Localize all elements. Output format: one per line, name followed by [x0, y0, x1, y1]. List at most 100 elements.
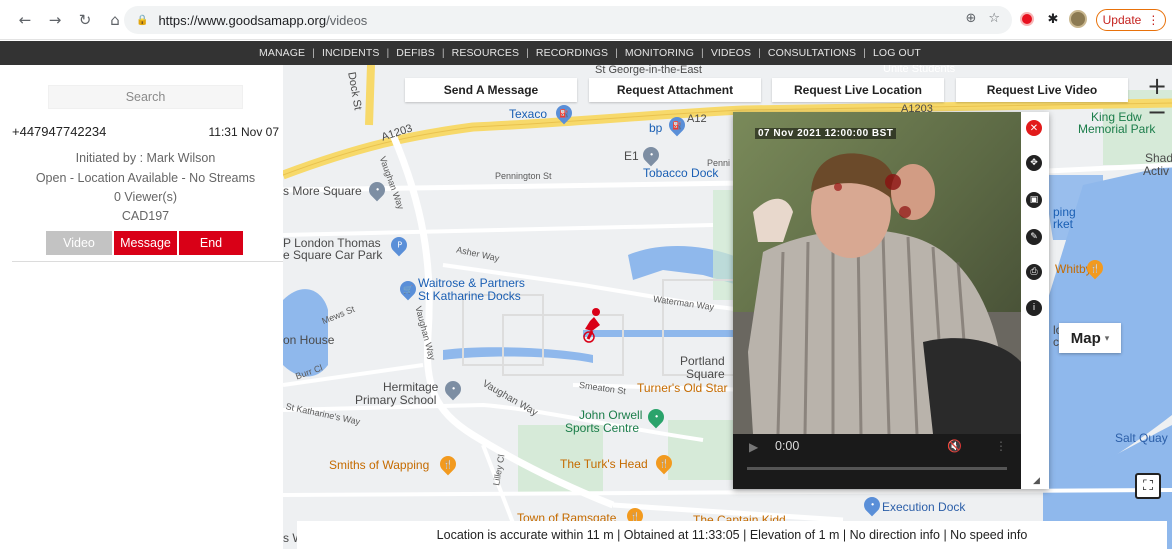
nav-item-manage[interactable]: MANAGE [259, 47, 305, 59]
expand-icon[interactable]: ✥ [1026, 155, 1042, 171]
nav-item-log-out[interactable]: LOG OUT [873, 47, 921, 59]
nav-separator: | [312, 47, 315, 59]
map-label: Unite Students [883, 65, 956, 75]
map-label: e Square Car Park [283, 248, 383, 262]
map-label: Square [686, 367, 725, 381]
url-host: https://www.goodsamapp.org [158, 12, 327, 28]
divider [12, 261, 283, 262]
profile-avatar[interactable] [1068, 9, 1088, 29]
map-label: Shad [1145, 151, 1172, 165]
map-label: St George-in-the-East [595, 65, 702, 76]
address-bar[interactable]: 🔒 https://www.goodsamapp.org/videos ⊕ ☆ [124, 6, 1012, 34]
zoom-out-button[interactable]: − [1146, 98, 1168, 126]
map-label: E1 [624, 149, 639, 163]
resize-handle-icon[interactable]: ◢ [1033, 476, 1040, 486]
more-icon: ⋮ [1147, 13, 1160, 27]
incident-phone[interactable]: +447947742234 [12, 124, 106, 139]
zoom-icon[interactable]: ⊕ [965, 11, 976, 26]
send-message-button[interactable]: Send A Message [405, 78, 577, 102]
nav-item-monitoring[interactable]: MONITORING [625, 47, 694, 59]
map-label: rket [1053, 217, 1074, 231]
incident-sidebar: Search +447947742234 11:31 Nov 07 Initia… [0, 65, 283, 549]
browser-toolbar: ← → ↻ ⌂ 🔒 https://www.goodsamapp.org/vid… [0, 0, 1172, 40]
update-label: Update [1102, 13, 1142, 27]
reload-icon[interactable]: ↻ [74, 9, 96, 31]
map-label: Sports Centre [565, 421, 640, 435]
request-live-video-button[interactable]: Request Live Video [956, 78, 1128, 102]
street-view-icon[interactable]: ⛶ [1135, 473, 1161, 499]
nav-item-incidents[interactable]: INCIDENTS [322, 47, 380, 59]
map-label: Portland [680, 354, 725, 368]
map-type-label: Map [1070, 329, 1101, 347]
video-controls: ▶ 0:00 🔇 ⋮ [733, 434, 1021, 489]
map-label: John Orwell [579, 408, 643, 422]
request-live-location-button[interactable]: Request Live Location [772, 78, 944, 102]
nav-item-defibs[interactable]: DEFIBS [396, 47, 435, 59]
snapshot-icon[interactable]: ▣ [1026, 192, 1042, 208]
map-label: Primary School [355, 393, 437, 407]
map-label: Pennington St [495, 171, 552, 181]
map-label: Execution Dock [882, 500, 966, 514]
location-status-bar: Location is accurate within 11 m | Obtai… [297, 521, 1167, 549]
nav-item-resources[interactable]: RESOURCES [452, 47, 519, 59]
incident-time: 11:31 Nov 07 [208, 125, 280, 139]
mute-icon[interactable]: 🔇 [947, 439, 962, 453]
map-label: The Turk's Head [560, 457, 648, 471]
nav-item-recordings[interactable]: RECORDINGS [536, 47, 608, 59]
map-label: Tobacco Dock [643, 166, 719, 180]
incident-marker-icon[interactable] [580, 307, 606, 343]
map-view[interactable]: Dock St St George-in-the-East Unite Stud… [283, 65, 1172, 549]
video-frame [733, 112, 1021, 434]
nav-separator: | [863, 47, 866, 59]
nav-separator: | [526, 47, 529, 59]
record-extension-icon[interactable] [1017, 9, 1037, 29]
request-attachment-button[interactable]: Request Attachment [589, 78, 761, 102]
map-label: bp [649, 121, 663, 135]
map-type-selector[interactable]: Map ▾ [1059, 323, 1121, 353]
print-icon[interactable]: ⎙ [1026, 264, 1042, 280]
video-button[interactable]: Video [46, 231, 112, 255]
map-label: Hermitage [383, 380, 439, 394]
draw-icon[interactable]: ✎ [1026, 229, 1042, 245]
incident-status: Open - Location Available - No Streams [35, 171, 256, 185]
close-icon[interactable]: ✕ [1026, 120, 1042, 136]
map-label: Salt Quay [1115, 431, 1168, 445]
search-input[interactable]: Search [48, 85, 243, 109]
map-label: Activ [1143, 164, 1170, 178]
incident-viewers: 0 Viewer(s) [114, 190, 177, 204]
nav-separator: | [441, 47, 445, 59]
message-button[interactable]: Message [114, 231, 177, 255]
end-button[interactable]: End [179, 231, 243, 255]
nav-separator: | [386, 47, 390, 59]
update-button[interactable]: Update ⋮ [1096, 9, 1166, 31]
incident-initiator: Initiated by : Mark Wilson [75, 151, 216, 165]
lock-icon: 🔒 [136, 14, 149, 26]
zoom-in-button[interactable]: + [1146, 72, 1168, 100]
play-icon[interactable]: ▶ [749, 440, 758, 454]
nav-separator: | [700, 47, 704, 59]
map-label: Memorial Park [1078, 122, 1156, 136]
nav-separator: | [758, 47, 761, 59]
map-label: s More Square [283, 184, 362, 198]
nav-item-videos[interactable]: VIDEOS [711, 47, 751, 59]
home-icon[interactable]: ⌂ [104, 9, 126, 31]
more-icon[interactable]: ⋮ [995, 439, 1007, 453]
back-arrow-icon[interactable]: ← [14, 9, 36, 31]
video-player[interactable]: 07 Nov 2021 12:00:00 BST ▶ 0:00 🔇 ⋮ [733, 112, 1021, 489]
map-label: on House [283, 333, 335, 347]
star-icon[interactable]: ☆ [988, 11, 1000, 26]
video-popup: 07 Nov 2021 12:00:00 BST ▶ 0:00 🔇 ⋮ ✕ ✥ … [733, 112, 1049, 489]
video-progress-bar[interactable] [747, 467, 1007, 470]
info-icon[interactable]: i [1026, 300, 1042, 316]
extension-puzzle-icon[interactable]: ✱ [1043, 9, 1063, 29]
map-label: A12 [687, 113, 707, 125]
map-label: Waitrose & Partners [418, 276, 525, 290]
map-label: Turner's Old Star [637, 381, 728, 395]
video-timestamp: 07 Nov 2021 12:00:00 BST [755, 128, 897, 139]
nav-separator: | [615, 47, 618, 59]
caret-down-icon: ▾ [1104, 332, 1110, 343]
map-label: Smiths of Wapping [329, 458, 430, 472]
nav-item-consultations[interactable]: CONSULTATIONS [768, 47, 856, 59]
forward-arrow-icon[interactable]: → [44, 9, 66, 31]
url-path: /videos [326, 12, 368, 28]
